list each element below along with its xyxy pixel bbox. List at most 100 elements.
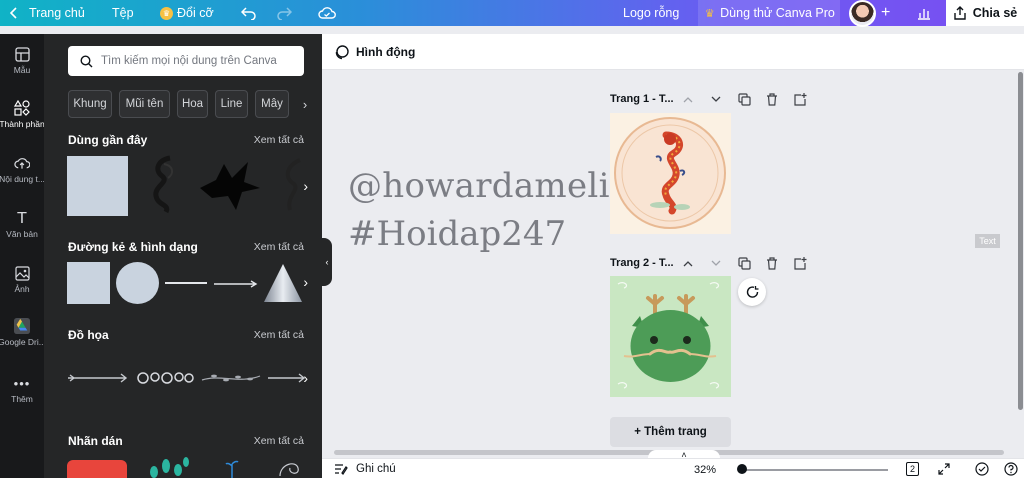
page-count: 2 [909, 464, 915, 474]
see-all-lines-shapes[interactable]: Xem tất cả [254, 241, 304, 253]
refresh-icon [746, 285, 758, 298]
watermark-username: @howardamelia [348, 166, 631, 206]
crown-icon: ♛ [160, 6, 173, 20]
rail-label: Văn bản [6, 229, 38, 239]
file-menu[interactable]: Tệp [112, 0, 134, 26]
shape-cone[interactable] [262, 262, 304, 304]
design-title[interactable]: Logo rỗng [623, 0, 679, 26]
vertical-scrollbar[interactable] [1016, 70, 1024, 455]
recent-next-button[interactable]: › [303, 178, 308, 194]
rail-item-more[interactable]: ••• Thêm [0, 375, 44, 405]
chip-arrows[interactable]: Mũi tên [119, 90, 170, 118]
page-1-thumbnail[interactable] [610, 113, 731, 234]
home-link[interactable]: Trang chủ [10, 0, 85, 26]
shape-line[interactable] [165, 282, 207, 284]
regenerate-button[interactable] [738, 278, 766, 306]
graphic-arrow-divider[interactable] [66, 372, 128, 384]
page-2-toolbar [681, 256, 807, 270]
notes-label: Ghi chú [356, 463, 396, 475]
recent-dragon-sketch-2[interactable] [276, 156, 306, 216]
more-icon: ••• [13, 375, 31, 391]
help-button[interactable] [1004, 462, 1018, 476]
page-2-thumbnail[interactable] [610, 276, 731, 397]
sticker-red[interactable] [67, 460, 127, 478]
chevron-up-icon[interactable] [681, 256, 695, 270]
recent-square[interactable] [67, 156, 128, 216]
text-icon: T [17, 210, 27, 227]
rail-label: Nội dung t... [0, 174, 44, 184]
shapes-next-button[interactable]: › [303, 274, 308, 290]
trash-icon[interactable] [765, 256, 779, 270]
share-label: Chia sẻ [972, 6, 1018, 20]
plus-icon: + [881, 4, 891, 21]
chip-flowers[interactable]: Hoa [177, 90, 208, 118]
share-icon [954, 6, 966, 20]
see-all-recent[interactable]: Xem tất cả [254, 134, 304, 146]
see-all-stickers[interactable]: Xem tất cả [254, 435, 304, 447]
shape-circle[interactable] [116, 262, 159, 304]
fullscreen-button[interactable] [937, 462, 951, 476]
trash-icon[interactable] [765, 92, 779, 106]
zoom-slider[interactable] [742, 469, 888, 471]
share-button[interactable]: Chia sẻ [946, 0, 1024, 26]
add-page-icon[interactable] [793, 256, 807, 270]
editor-header: Hình động [322, 34, 1024, 70]
sticker-swirl[interactable] [276, 456, 304, 478]
elements-panel: Tìm kiếm mọi nội dung trên Canva Khung M… [44, 34, 322, 478]
sticker-sprout[interactable] [224, 458, 240, 478]
chevron-down-icon[interactable] [709, 256, 723, 270]
duplicate-icon[interactable] [737, 92, 751, 106]
search-input[interactable]: Tìm kiếm mọi nội dung trên Canva [68, 46, 304, 76]
redo-button[interactable] [276, 0, 292, 26]
rail-item-uploads[interactable]: Nội dung t... [0, 155, 44, 184]
rail-item-google-drive[interactable]: Google Dri... [0, 318, 44, 347]
add-page-button[interactable]: + Thêm trang [610, 417, 731, 447]
graphics-next-button[interactable]: › [303, 370, 308, 386]
rail-item-photos[interactable]: Ảnh [0, 265, 44, 294]
scrollbar-thumb[interactable] [1018, 72, 1023, 410]
check-button[interactable] [975, 462, 989, 476]
chips-next-button[interactable]: › [295, 90, 315, 118]
chip-clouds[interactable]: Mây [255, 90, 289, 118]
insights-button[interactable] [917, 0, 931, 26]
notes-button[interactable]: Ghi chú [334, 463, 396, 475]
dragon-medallion-image [614, 117, 726, 229]
side-rail: Mẫu Thành phần Nội dung t... T Văn bản Ả… [0, 34, 44, 478]
chevron-up-icon[interactable] [681, 92, 695, 106]
zoom-level[interactable]: 32% [694, 464, 716, 476]
collapse-panel-button[interactable]: ‹ [322, 238, 332, 286]
photo-icon [14, 265, 30, 281]
rail-item-elements[interactable]: Thành phần [0, 100, 44, 129]
cloud-save-button[interactable] [318, 0, 336, 26]
graphic-floral-divider[interactable] [133, 368, 195, 388]
try-pro-label: Dùng thử Canva Pro [720, 6, 835, 20]
shape-square[interactable] [67, 262, 110, 304]
page-grid-button[interactable]: 2 [906, 462, 919, 476]
avatar[interactable] [849, 0, 876, 27]
shape-arrow-line[interactable] [214, 278, 258, 288]
zoom-slider-handle[interactable] [737, 464, 747, 474]
search-icon [80, 54, 93, 67]
page-1-title[interactable]: Trang 1 - T... [610, 93, 674, 105]
try-pro-button[interactable]: ♛ Dùng thử Canva Pro [698, 0, 840, 26]
add-collaborator-button[interactable]: + [881, 0, 890, 26]
page-2-title[interactable]: Trang 2 - T... [610, 257, 674, 269]
template-icon [14, 46, 30, 62]
graphic-leaf-divider[interactable] [200, 370, 262, 386]
undo-button[interactable] [241, 0, 257, 26]
chip-line[interactable]: Line [215, 90, 248, 118]
recent-dragon-sketch[interactable] [144, 154, 182, 216]
rail-item-text[interactable]: T Văn bản [0, 210, 44, 239]
animate-button[interactable]: Hình động [334, 34, 415, 70]
chevron-right-icon: › [303, 178, 308, 194]
duplicate-icon[interactable] [737, 256, 751, 270]
rail-item-templates[interactable]: Mẫu [0, 46, 44, 75]
chevron-down-icon[interactable] [709, 92, 723, 106]
sticker-plant[interactable] [144, 456, 192, 478]
recent-dragon-silhouette[interactable] [198, 158, 262, 214]
add-page-icon[interactable] [793, 92, 807, 106]
see-all-graphics[interactable]: Xem tất cả [254, 329, 304, 341]
graphic-arrow-divider-2[interactable] [266, 372, 306, 384]
resize-button[interactable]: ♛ Đổi cỡ [160, 0, 214, 26]
chip-frames[interactable]: Khung [68, 90, 112, 118]
